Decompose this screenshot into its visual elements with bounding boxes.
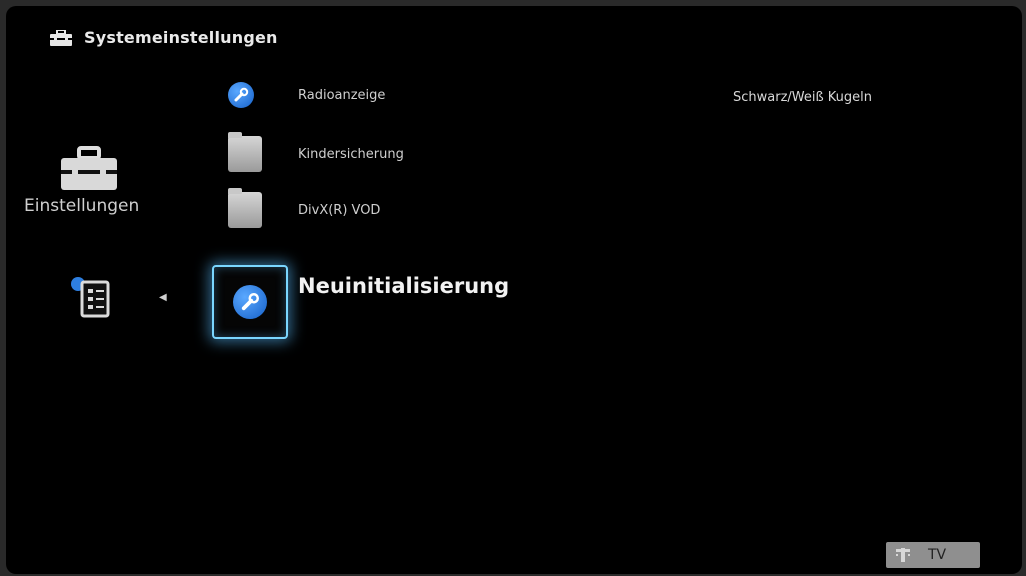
page-title: Systemeinstellungen bbox=[84, 28, 278, 47]
wrench-icon bbox=[233, 285, 267, 319]
telekom-t-icon bbox=[896, 548, 910, 562]
tv-label: TV bbox=[928, 547, 947, 563]
category-settings[interactable]: Einstellungen bbox=[24, 146, 174, 216]
header: Systemeinstellungen bbox=[50, 28, 278, 47]
previous-category[interactable] bbox=[66, 274, 122, 324]
selected-item-label: Neuinitialisierung bbox=[298, 274, 510, 298]
folder-icon bbox=[228, 188, 262, 228]
toolbox-icon bbox=[61, 146, 117, 190]
folder-icon bbox=[228, 132, 262, 172]
menu-item-radioanzeige[interactable]: Radioanzeige bbox=[228, 80, 385, 110]
menu-item-label: Kindersicherung bbox=[298, 146, 404, 162]
menu-item-label: DivX(R) VOD bbox=[298, 202, 381, 218]
info-text: Schwarz/Weiß Kugeln bbox=[733, 90, 873, 105]
left-arrow-icon[interactable]: ◀ bbox=[159, 292, 167, 303]
selected-item-neuinitialisierung[interactable] bbox=[212, 265, 288, 339]
checklist-icon bbox=[71, 277, 110, 318]
wrench-icon bbox=[228, 82, 254, 108]
toolbox-icon bbox=[50, 29, 72, 46]
menu-item-label: Radioanzeige bbox=[298, 87, 386, 103]
tv-button[interactable]: TV bbox=[886, 542, 980, 568]
category-label: Einstellungen bbox=[24, 196, 140, 216]
tv-screen: Systemeinstellungen Einstellungen ◀ Radi… bbox=[6, 6, 1022, 574]
menu-item-kindersicherung[interactable]: Kindersicherung bbox=[228, 132, 404, 174]
menu-item-divx-vod[interactable]: DivX(R) VOD bbox=[228, 188, 380, 230]
